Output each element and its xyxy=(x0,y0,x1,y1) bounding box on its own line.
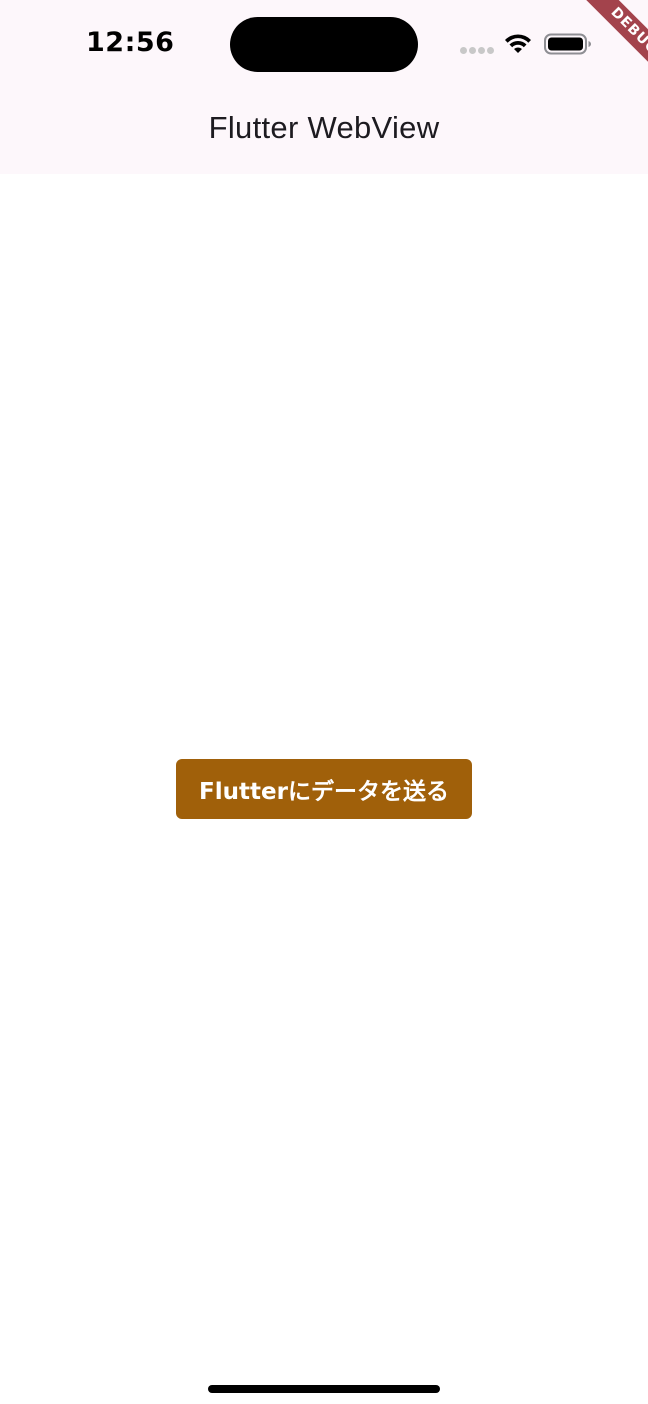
wifi-icon xyxy=(505,34,531,53)
status-time: 12:56 xyxy=(86,27,175,58)
debug-banner: DEBUG xyxy=(548,0,648,100)
home-indicator[interactable] xyxy=(208,1385,440,1393)
send-data-to-flutter-button[interactable]: Flutterにデータを送る xyxy=(176,759,472,819)
cellular-signal-icon xyxy=(460,47,494,55)
page-title: Flutter WebView xyxy=(208,110,440,145)
app-screen: 12:56 Flutter WebView DEBUG Flutterにデータを… xyxy=(0,0,648,1404)
dynamic-island xyxy=(230,17,418,72)
debug-banner-label: DEBUG xyxy=(576,0,648,90)
